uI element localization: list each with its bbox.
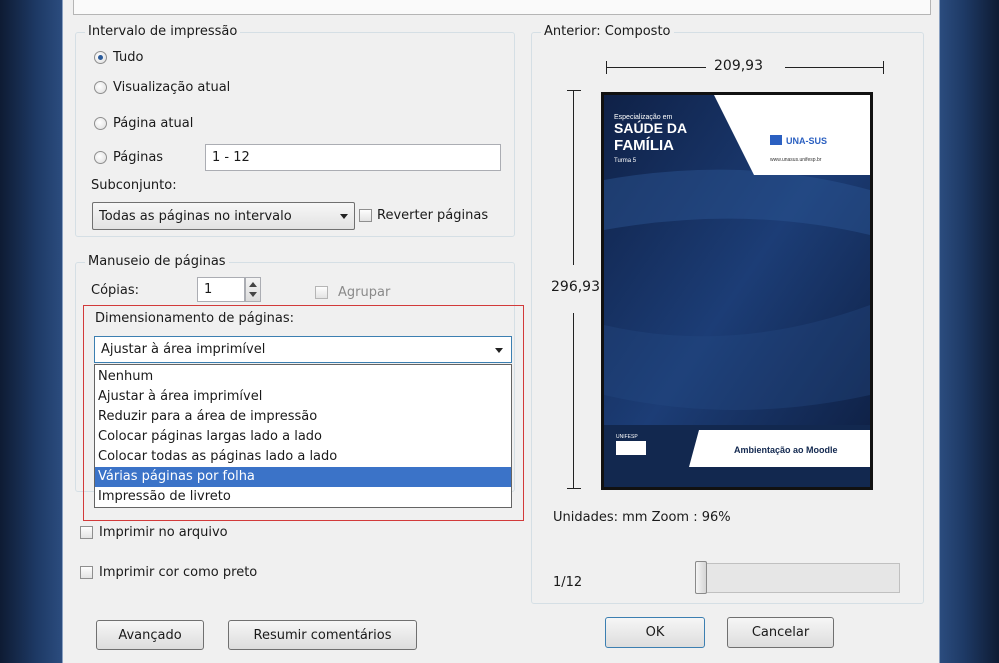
print-range-title: Intervalo de impressão (85, 24, 241, 39)
subset-label: Subconjunto: (91, 178, 177, 193)
print-black-box[interactable] (80, 566, 93, 579)
scaling-select-value: Ajustar à área imprimível (101, 342, 266, 357)
page-handling-title: Manuseio de páginas (85, 254, 229, 269)
preview-title: Anterior: Composto (541, 24, 674, 39)
chevron-down-icon (340, 214, 348, 219)
page-slider-track[interactable] (695, 563, 900, 593)
scaling-dropdown-list: Nenhum Ajustar à área imprimível Reduzir… (94, 364, 512, 508)
height-dim-tick-bottom (567, 488, 581, 489)
print-black-checkbox[interactable]: Imprimir cor como preto (80, 565, 257, 580)
page-indicator: 1/12 (553, 575, 583, 590)
radio-pages[interactable]: Páginas (94, 150, 163, 165)
scaling-option[interactable]: Ajustar à área imprimível (95, 387, 511, 407)
radio-pages-label: Páginas (113, 150, 164, 165)
pages-range-input[interactable]: 1 - 12 (205, 144, 501, 171)
height-dimension-label: 296,93 (551, 279, 600, 295)
cover-subcaption: Turma 5 (614, 158, 637, 164)
scaling-select[interactable]: Ajustar à área imprimível (94, 336, 512, 363)
summarize-comments-button[interactable]: Resumir comentários (228, 620, 417, 650)
cover-image: Especialização em SAÚDE DA FAMÍLIA Turma… (604, 95, 870, 487)
width-dim-line-right (785, 67, 883, 68)
scaling-option[interactable]: Impressão de livreto (95, 487, 511, 507)
height-dim-tick-top (567, 90, 581, 91)
subset-select-value: Todas as páginas no intervalo (99, 208, 292, 224)
stepper-down-icon[interactable] (249, 292, 257, 297)
stepper-up-icon[interactable] (249, 282, 257, 287)
radio-all-indicator[interactable] (94, 51, 107, 64)
radio-current-view-label: Visualização atual (113, 80, 231, 95)
print-to-file-box[interactable] (80, 526, 93, 539)
print-to-file-checkbox[interactable]: Imprimir no arquivo (80, 525, 228, 540)
cover-url: www.unasus.unifesp.br (770, 157, 822, 163)
height-dim-line-top (573, 90, 574, 265)
collate-checkbox[interactable]: Agrupar (315, 285, 390, 300)
width-dim-tick-right (883, 61, 884, 74)
cover-title-line1: SAÚDE DA (614, 119, 687, 136)
collate-box[interactable] (315, 286, 328, 299)
height-dim-line-bottom (573, 313, 574, 488)
unasus-logo: UNA-SUS (770, 135, 827, 146)
svg-text:UNA-SUS: UNA-SUS (786, 136, 827, 146)
copies-input[interactable]: 1 (197, 277, 245, 302)
scaling-label: Dimensionamento de páginas: (95, 311, 294, 326)
scaling-option[interactable]: Colocar páginas largas lado a lado (95, 427, 511, 447)
radio-current-view[interactable]: Visualização atual (94, 80, 230, 95)
print-black-label: Imprimir cor como preto (99, 565, 258, 580)
scaling-option-selected[interactable]: Várias páginas por folha (95, 467, 511, 487)
copies-stepper[interactable] (245, 277, 261, 302)
subset-select[interactable]: Todas as páginas no intervalo (92, 202, 355, 230)
reverse-pages-checkbox[interactable]: Reverter páginas (359, 208, 488, 223)
scaling-option[interactable]: Colocar todas as páginas lado a lado (95, 447, 511, 467)
page-preview: Especialização em SAÚDE DA FAMÍLIA Turma… (601, 92, 873, 490)
svg-text:UNIFESP: UNIFESP (616, 434, 638, 440)
width-dim-line-left (606, 67, 706, 68)
print-dialog: Intervalo de impressão Tudo Visualização… (62, 0, 940, 663)
radio-pages-indicator[interactable] (94, 151, 107, 164)
advanced-button[interactable]: Avançado (96, 620, 204, 650)
ok-button[interactable]: OK (605, 617, 705, 648)
radio-current-page[interactable]: Página atual (94, 116, 193, 131)
cover-footer-text: Ambientação ao Moodle (734, 445, 838, 455)
page-slider-thumb[interactable] (695, 561, 707, 594)
radio-all-label: Tudo (113, 50, 144, 65)
radio-all[interactable]: Tudo (94, 50, 143, 65)
collate-label: Agrupar (338, 285, 391, 300)
cancel-button[interactable]: Cancelar (727, 617, 834, 648)
reverse-pages-label: Reverter páginas (377, 208, 489, 223)
units-zoom-label: Unidades: mm Zoom : 96% (553, 510, 731, 525)
scaling-option[interactable]: Nenhum (95, 367, 511, 387)
cover-title-line2: FAMÍLIA (614, 137, 674, 154)
scaling-option[interactable]: Reduzir para a área de impressão (95, 407, 511, 427)
background-left (0, 0, 62, 663)
print-to-file-label: Imprimir no arquivo (99, 525, 228, 540)
chevron-down-icon (495, 347, 503, 353)
radio-current-page-label: Página atual (113, 116, 194, 131)
dialog-top-strip (73, 0, 931, 15)
radio-current-view-indicator[interactable] (94, 81, 107, 94)
copies-label: Cópias: (91, 283, 140, 298)
reverse-pages-box[interactable] (359, 209, 372, 222)
width-dimension-label: 209,93 (714, 58, 763, 74)
radio-current-page-indicator[interactable] (94, 117, 107, 130)
background-right (940, 0, 999, 663)
